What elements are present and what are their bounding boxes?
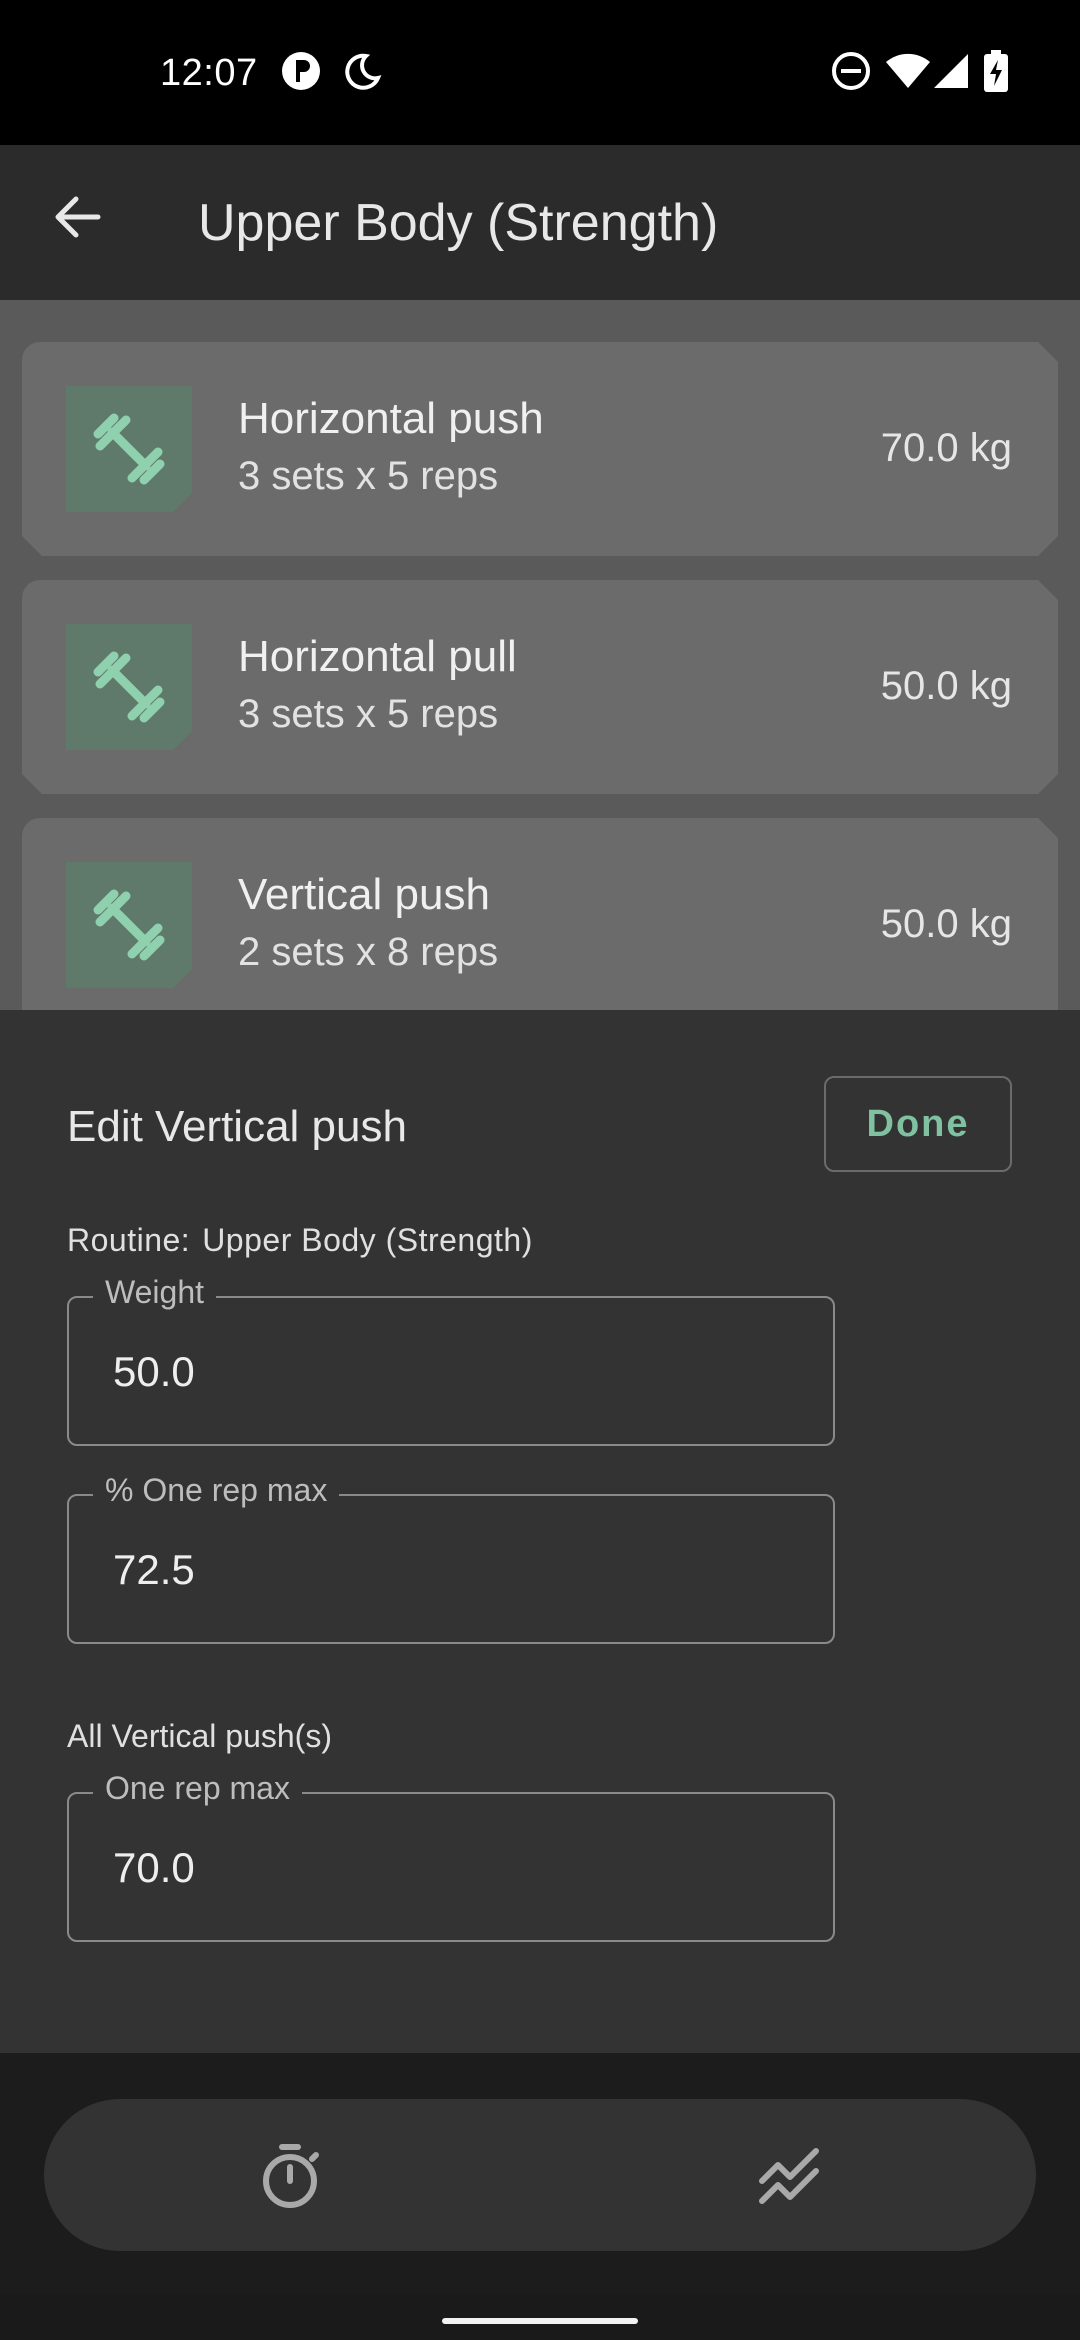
exercise-detail: 3 sets x 5 reps xyxy=(238,454,499,498)
progress-button[interactable] xyxy=(750,2135,830,2215)
exercise-weight: 50.0 kg xyxy=(880,902,1012,946)
exercise-detail: 2 sets x 8 reps xyxy=(238,930,499,974)
battery-charging-icon xyxy=(984,50,1008,97)
exercise-card[interactable]: Vertical push 2 sets x 8 reps 50.0 kg xyxy=(22,818,1058,1010)
exercise-name: Vertical push xyxy=(238,870,490,919)
exercise-list: Horizontal push 3 sets x 5 reps 70.0 kg … xyxy=(0,300,1080,1010)
routine-label: Routine: xyxy=(67,1222,191,1258)
status-bar: 12:07 xyxy=(0,0,1080,145)
app-bar: Upper Body (Strength) xyxy=(0,145,1080,300)
moon-icon xyxy=(340,50,382,97)
dumbbell-icon xyxy=(66,624,192,750)
arrow-left-icon xyxy=(55,196,101,238)
notification-p-icon xyxy=(280,50,322,97)
timer-button[interactable] xyxy=(250,2135,330,2215)
dumbbell-icon xyxy=(66,386,192,512)
percent-orm-field[interactable]: % One rep max 72.5 xyxy=(67,1472,835,1644)
exercise-card[interactable]: Horizontal push 3 sets x 5 reps 70.0 kg xyxy=(22,342,1058,556)
do-not-disturb-icon xyxy=(830,50,872,97)
sheet-title: Edit Vertical push xyxy=(67,1102,407,1151)
page-title: Upper Body (Strength) xyxy=(198,194,719,252)
weight-field-label: Weight xyxy=(93,1274,217,1311)
exercise-detail: 3 sets x 5 reps xyxy=(238,692,499,736)
status-time: 12:07 xyxy=(160,52,258,94)
signal-icon xyxy=(934,50,970,97)
chart-trend-icon xyxy=(759,2148,819,2204)
timer-icon xyxy=(263,2144,319,2208)
one-rep-max-field-value[interactable]: 70.0 xyxy=(113,1844,195,1892)
gesture-bar[interactable] xyxy=(442,2318,638,2324)
all-exercise-label: All Vertical push(s) xyxy=(67,1718,332,1754)
wifi-icon xyxy=(884,50,932,97)
dumbbell-icon xyxy=(66,862,192,988)
weight-field-value[interactable]: 50.0 xyxy=(113,1348,195,1396)
exercise-card[interactable]: Horizontal pull 3 sets x 5 reps 50.0 kg xyxy=(22,580,1058,794)
exercise-weight: 70.0 kg xyxy=(880,426,1012,470)
exercise-name: Horizontal push xyxy=(238,394,544,443)
bottom-nav-area xyxy=(0,2053,1080,2295)
exercise-weight: 50.0 kg xyxy=(880,664,1012,708)
exercise-name: Horizontal pull xyxy=(238,632,517,681)
edit-sheet: Edit Vertical push Done Routine: Upper Bo… xyxy=(0,1010,1080,2053)
routine-value: Upper Body (Strength) xyxy=(202,1222,533,1258)
percent-orm-field-label: % One rep max xyxy=(93,1472,340,1509)
routine-line: Routine: Upper Body (Strength) xyxy=(67,1222,533,1259)
weight-field[interactable]: Weight 50.0 xyxy=(67,1274,835,1446)
done-button[interactable]: Done xyxy=(824,1076,1012,1172)
one-rep-max-field-label: One rep max xyxy=(93,1770,302,1807)
back-button[interactable] xyxy=(48,187,108,247)
one-rep-max-field[interactable]: One rep max 70.0 xyxy=(67,1770,835,1942)
percent-orm-field-value[interactable]: 72.5 xyxy=(113,1546,195,1594)
bottom-nav xyxy=(44,2099,1036,2251)
